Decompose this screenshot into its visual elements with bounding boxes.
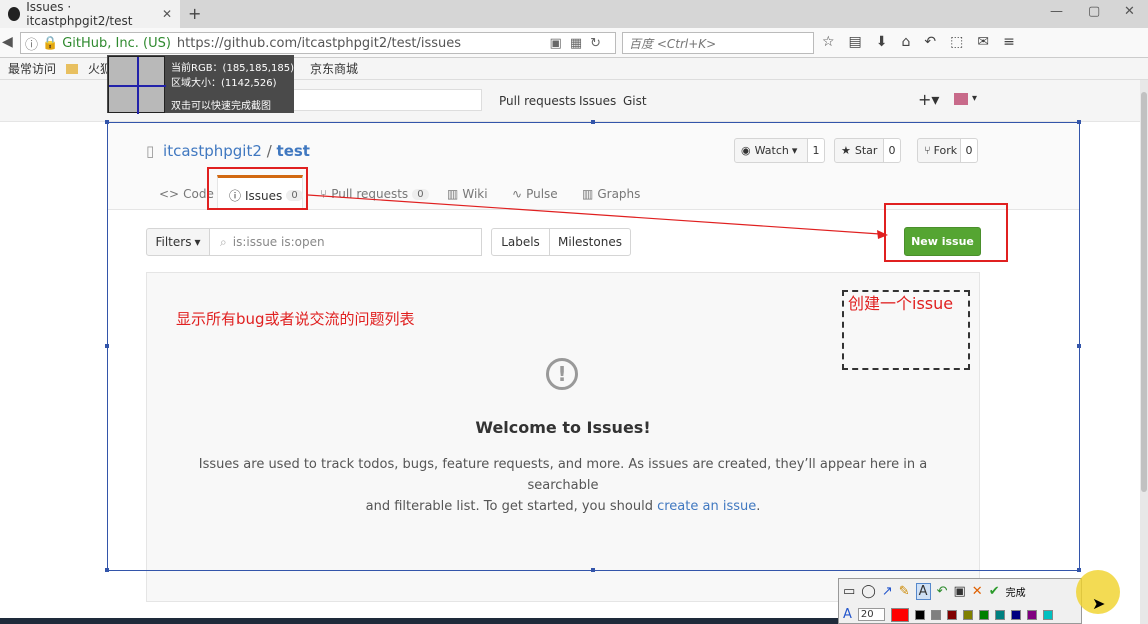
mouse-pointer-icon: ➤ (1092, 594, 1106, 613)
color-swatch[interactable] (962, 609, 973, 620)
color-swatch[interactable] (914, 609, 925, 620)
font-icon: A (843, 607, 852, 622)
selection-handle[interactable] (105, 120, 109, 124)
selection-handle[interactable] (1077, 344, 1081, 348)
selection-handle[interactable] (591, 120, 595, 124)
capture-selection[interactable] (107, 122, 1080, 571)
size-label: 区域大小：(1142,526) (171, 78, 277, 89)
scrollbar-thumb[interactable] (1141, 92, 1147, 492)
magnifier (108, 56, 166, 114)
undo-icon[interactable]: ↶ (937, 584, 948, 599)
selection-handle[interactable] (105, 568, 109, 572)
capture-toolbar: ▭ ◯ ↗ ✎ A ↶ ▣ ✕ ✔ 完成 A 20 (838, 578, 1082, 624)
taskbar (0, 618, 838, 624)
color-swatch[interactable] (1042, 609, 1053, 620)
rectangle-icon[interactable]: ▭ (843, 584, 855, 599)
color-swatch[interactable] (1026, 609, 1037, 620)
color-swatch[interactable] (930, 609, 941, 620)
selection-handle[interactable] (1077, 568, 1081, 572)
cancel-icon[interactable]: ✕ (972, 584, 983, 599)
selection-handle[interactable] (105, 344, 109, 348)
selection-handle[interactable] (1077, 120, 1081, 124)
rgb-label: 当前RGB：(185,185,185) (171, 63, 294, 74)
color-swatch[interactable] (946, 609, 957, 620)
selection-handle[interactable] (591, 568, 595, 572)
current-color-swatch[interactable] (890, 607, 909, 622)
color-swatch[interactable] (1010, 609, 1021, 620)
capture-hint: 双击可以快速完成截图 (171, 101, 271, 112)
arrow-icon[interactable]: ↗ (882, 584, 893, 599)
ellipse-icon[interactable]: ◯ (861, 584, 876, 599)
font-size-select[interactable]: 20 (857, 608, 885, 621)
text-icon[interactable]: A (915, 583, 931, 600)
done-button[interactable]: 完成 (1006, 584, 1026, 599)
brush-icon[interactable]: ✎ (899, 584, 910, 599)
save-icon[interactable]: ▣ (953, 584, 965, 599)
color-swatch[interactable] (994, 609, 1005, 620)
check-icon[interactable]: ✔ (989, 584, 1000, 599)
color-swatch[interactable] (978, 609, 989, 620)
